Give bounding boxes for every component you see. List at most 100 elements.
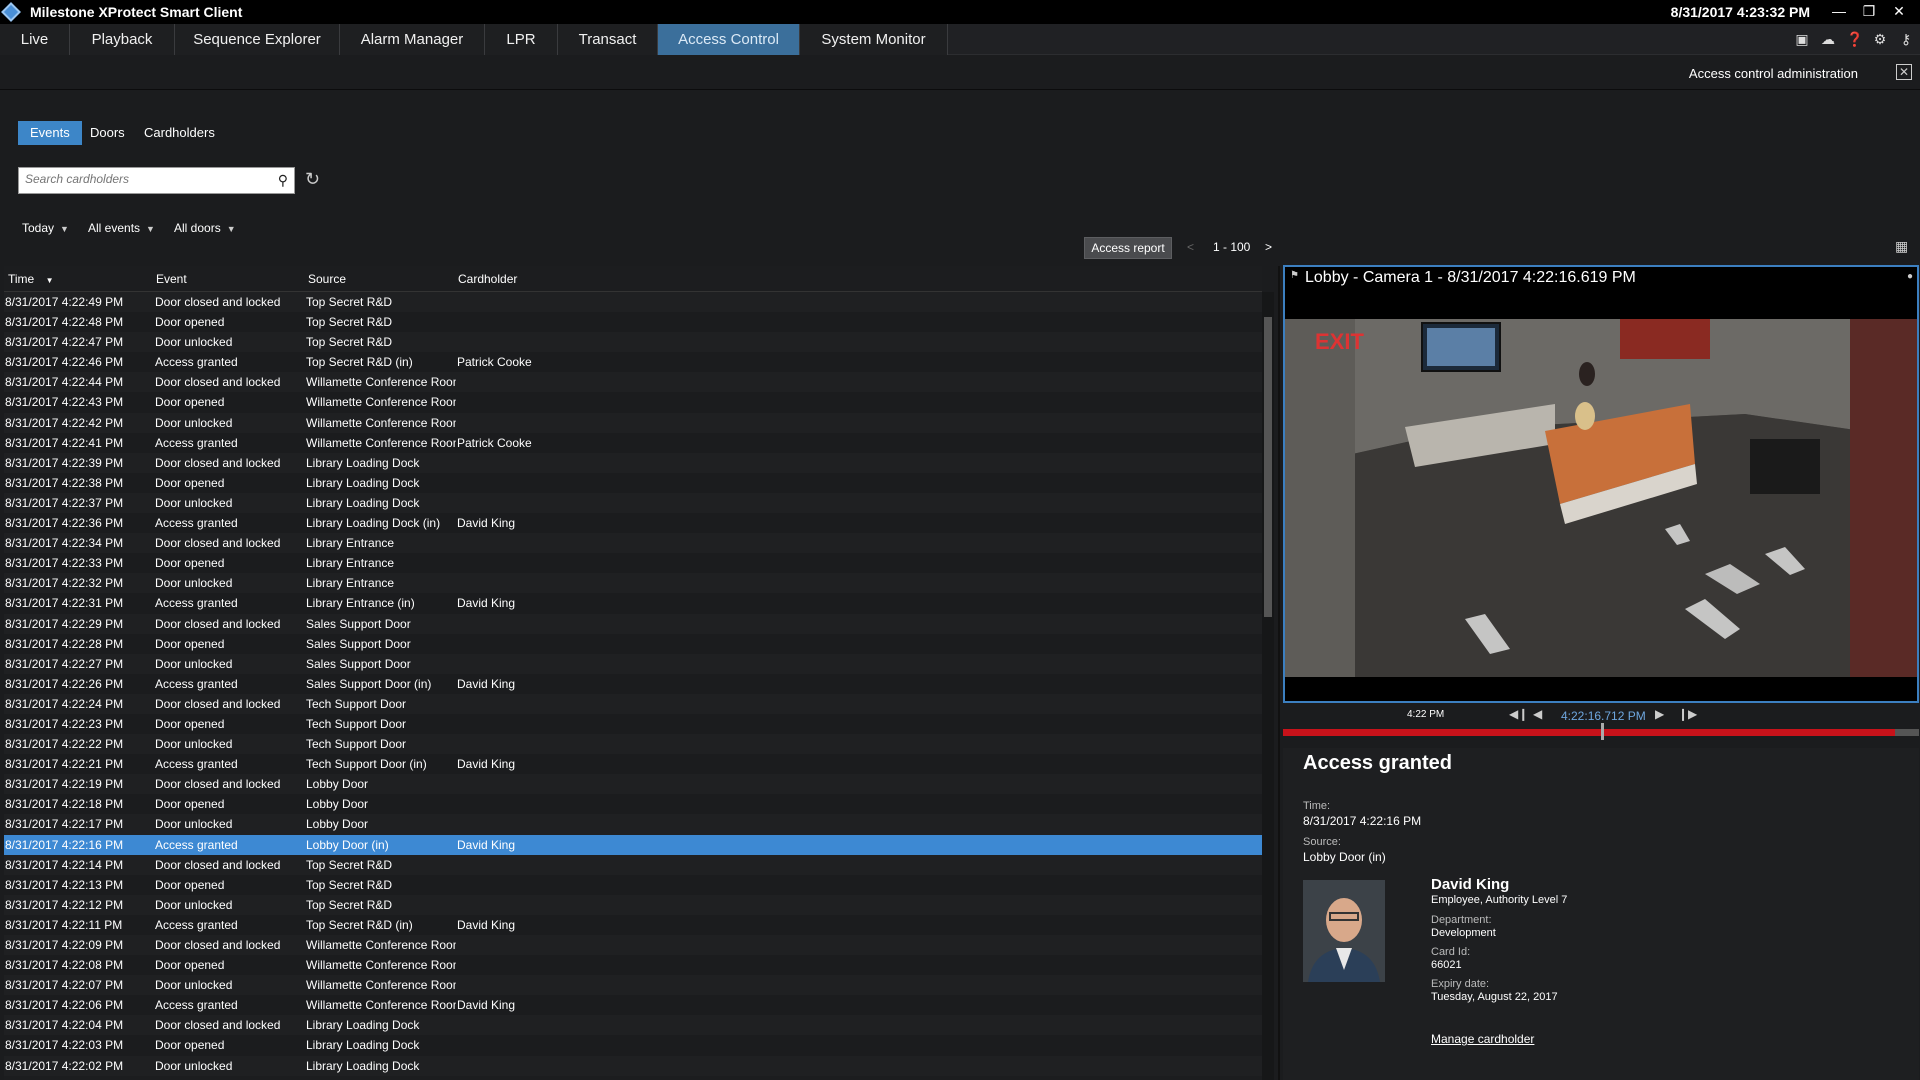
cell-event: Access granted <box>155 596 238 611</box>
timeline-recording-bar[interactable] <box>1283 729 1895 736</box>
layout-icon[interactable]: ▦ <box>1895 238 1908 255</box>
tab-sequence-explorer[interactable]: Sequence Explorer <box>175 24 340 55</box>
subtab-cardholders[interactable]: Cardholders <box>132 121 227 145</box>
table-row[interactable]: 8/31/2017 4:22:41 PM Access granted Willam… <box>4 432 1262 453</box>
cloud-icon[interactable]: ☁ <box>1820 31 1836 48</box>
table-row[interactable]: 8/31/2017 4:22:02 PM Door unlocked Library… <box>4 1055 1262 1076</box>
table-row[interactable]: 8/31/2017 4:22:06 PM Access granted Willam… <box>4 995 1262 1016</box>
cell-time: 8/31/2017 4:22:07 PM <box>5 978 124 993</box>
search-icon[interactable]: ⚲ <box>278 172 288 189</box>
tab-access-control[interactable]: Access Control <box>658 24 800 55</box>
table-row[interactable]: 8/31/2017 4:22:32 PM Door unlocked Library… <box>4 573 1262 594</box>
column-header-source[interactable]: Source <box>308 272 346 286</box>
cell-time: 8/31/2017 4:22:36 PM <box>5 516 124 531</box>
table-row[interactable]: 8/31/2017 4:22:42 PM Door unlocked Willame… <box>4 412 1262 433</box>
tab-transact[interactable]: Transact <box>558 24 658 55</box>
table-row[interactable]: 8/31/2017 4:22:14 PM Door closed and lock… <box>4 854 1262 875</box>
table-row[interactable]: 8/31/2017 4:22:03 PM Door opened Library L… <box>4 1035 1262 1056</box>
table-row[interactable]: 8/31/2017 4:22:26 PM Access granted Sales … <box>4 673 1262 694</box>
door-filter-label: All doors <box>174 221 221 235</box>
table-row[interactable]: 8/31/2017 4:22:23 PM Door opened Tech Supp… <box>4 713 1262 735</box>
date-filter[interactable]: Today ▼ <box>22 221 69 235</box>
cell-source: Sales Support Door <box>306 636 411 651</box>
table-row[interactable]: 8/31/2017 4:22:43 PM Door opened Willamett… <box>4 392 1262 413</box>
table-row[interactable]: 8/31/2017 4:22:18 PM Door opened Lobby Doo… <box>4 794 1262 815</box>
close-icon[interactable]: ✕ <box>1884 0 1914 22</box>
table-row[interactable]: 8/31/2017 4:22:08 PM Door opened Willamett… <box>4 955 1262 976</box>
table-row[interactable]: 8/31/2017 4:22:31 PM Access granted Librar… <box>4 593 1262 614</box>
next-page-button[interactable]: > <box>1265 240 1272 254</box>
skip-forward-icon[interactable]: ❙▶ <box>1678 707 1697 721</box>
tab-playback[interactable]: Playback <box>70 24 175 55</box>
tab-system-monitor[interactable]: System Monitor <box>800 24 948 55</box>
table-row[interactable]: 8/31/2017 4:22:13 PM Door opened Top Secre… <box>4 874 1262 895</box>
cell-source: Lobby Door (in) <box>306 837 389 852</box>
gear-icon[interactable]: ⚙ <box>1872 31 1888 48</box>
table-row[interactable]: 8/31/2017 4:22:22 PM Door unlocked Tech Su… <box>4 734 1262 755</box>
scroll-thumb[interactable] <box>1264 317 1272 617</box>
cell-source: Library Loading Dock <box>306 495 420 510</box>
access-report-button[interactable]: Access report <box>1084 237 1172 259</box>
table-row[interactable]: 8/31/2017 4:22:27 PM Door unlocked Sales S… <box>4 653 1262 674</box>
table-row[interactable]: 8/31/2017 4:22:39 PM Door closed and lock… <box>4 452 1262 473</box>
cell-source: Library Entrance (in) <box>306 596 415 611</box>
column-header-time[interactable]: Time ▼ <box>8 272 54 286</box>
minimize-icon[interactable]: — <box>1824 0 1854 22</box>
table-scrollbar[interactable] <box>1262 292 1274 1080</box>
panel-divider[interactable] <box>1278 266 1280 1080</box>
maximize-icon[interactable]: ✕ <box>1896 64 1912 80</box>
search-input[interactable] <box>25 172 265 186</box>
table-row[interactable]: 8/31/2017 4:22:28 PM Door opened Sales Sup… <box>4 633 1262 654</box>
key-icon[interactable]: ⚷ <box>1898 31 1914 48</box>
table-row[interactable]: 8/31/2017 4:22:04 PM Door closed and lock… <box>4 1015 1262 1036</box>
access-control-admin-link[interactable]: Access control administration <box>1689 66 1858 81</box>
table-row[interactable]: 8/31/2017 4:22:29 PM Door closed and lock… <box>4 613 1262 634</box>
table-body: 8/31/2017 4:22:49 PM Door closed and lock… <box>4 292 1262 1076</box>
manage-cardholder-link[interactable]: Manage cardholder <box>1431 1032 1534 1046</box>
table-row[interactable]: 8/31/2017 4:22:12 PM Door unlocked Top Sec… <box>4 894 1262 915</box>
table-row[interactable]: 8/31/2017 4:22:36 PM Access granted Librar… <box>4 513 1262 534</box>
table-row[interactable]: 8/31/2017 4:22:47 PM Door unlocked Top Sec… <box>4 332 1262 353</box>
cell-source: Top Secret R&D (in) <box>306 355 413 370</box>
table-row[interactable]: 8/31/2017 4:22:37 PM Door unlocked Library… <box>4 492 1262 514</box>
restore-icon[interactable]: ❐ <box>1854 0 1884 22</box>
door-filter[interactable]: All doors ▼ <box>174 221 236 235</box>
cell-event: Door closed and locked <box>155 777 281 792</box>
play-reverse-icon[interactable]: ◀ <box>1533 707 1542 721</box>
subtab-doors[interactable]: Doors <box>78 121 137 145</box>
table-row[interactable]: 8/31/2017 4:22:07 PM Door unlocked Willame… <box>4 975 1262 996</box>
table-row[interactable]: 8/31/2017 4:22:34 PM Door closed and lock… <box>4 533 1262 554</box>
help-icon[interactable]: ❓ <box>1846 31 1863 48</box>
column-header-cardholder[interactable]: Cardholder <box>458 272 517 286</box>
tab-lpr[interactable]: LPR <box>485 24 558 55</box>
timeline-cursor[interactable] <box>1601 723 1604 740</box>
table-row[interactable]: 8/31/2017 4:22:46 PM Access granted Top Se… <box>4 352 1262 373</box>
refresh-icon[interactable]: ↻ <box>305 169 320 190</box>
table-row[interactable]: 8/31/2017 4:22:33 PM Door opened Library E… <box>4 553 1262 574</box>
table-row[interactable]: 8/31/2017 4:22:21 PM Access granted Tech S… <box>4 754 1262 775</box>
cell-source: Sales Support Door (in) <box>306 676 432 691</box>
skip-back-icon[interactable]: ◀❙ <box>1509 707 1528 721</box>
table-row[interactable]: 8/31/2017 4:22:49 PM Door closed and lock… <box>4 292 1262 313</box>
play-icon[interactable]: ▶ <box>1655 707 1664 721</box>
cell-time: 8/31/2017 4:22:22 PM <box>5 737 124 752</box>
column-header-event[interactable]: Event <box>156 272 187 286</box>
table-row[interactable]: 8/31/2017 4:22:19 PM Door closed and lock… <box>4 774 1262 795</box>
table-row[interactable]: 8/31/2017 4:22:48 PM Door opened Top Secre… <box>4 312 1262 333</box>
table-row[interactable]: 8/31/2017 4:22:09 PM Door closed and lock… <box>4 935 1262 956</box>
table-row[interactable]: 8/31/2017 4:22:44 PM Door closed and lock… <box>4 372 1262 393</box>
previous-page-button[interactable]: < <box>1187 240 1194 254</box>
table-row[interactable]: 8/31/2017 4:22:24 PM Door closed and lock… <box>4 693 1262 714</box>
table-row[interactable]: 8/31/2017 4:22:38 PM Door opened Library L… <box>4 472 1262 493</box>
cell-event: Access granted <box>155 676 238 691</box>
table-row[interactable]: 8/31/2017 4:22:16 PM Access granted Lobby … <box>4 834 1262 855</box>
monitor-icon[interactable]: ▣ <box>1794 31 1810 48</box>
tab-alarm-manager[interactable]: Alarm Manager <box>340 24 485 55</box>
camera-view[interactable]: ⚑ Lobby - Camera 1 - 8/31/2017 4:22:16.6… <box>1283 265 1919 703</box>
table-row[interactable]: 8/31/2017 4:22:11 PM Access granted Top Se… <box>4 914 1262 935</box>
table-row[interactable]: 8/31/2017 4:22:17 PM Door unlocked Lobby D… <box>4 814 1262 835</box>
event-filter[interactable]: All events ▼ <box>88 221 155 235</box>
subtab-events[interactable]: Events <box>18 121 82 145</box>
tab-live[interactable]: Live <box>0 24 70 55</box>
cell-event: Door opened <box>155 315 225 330</box>
